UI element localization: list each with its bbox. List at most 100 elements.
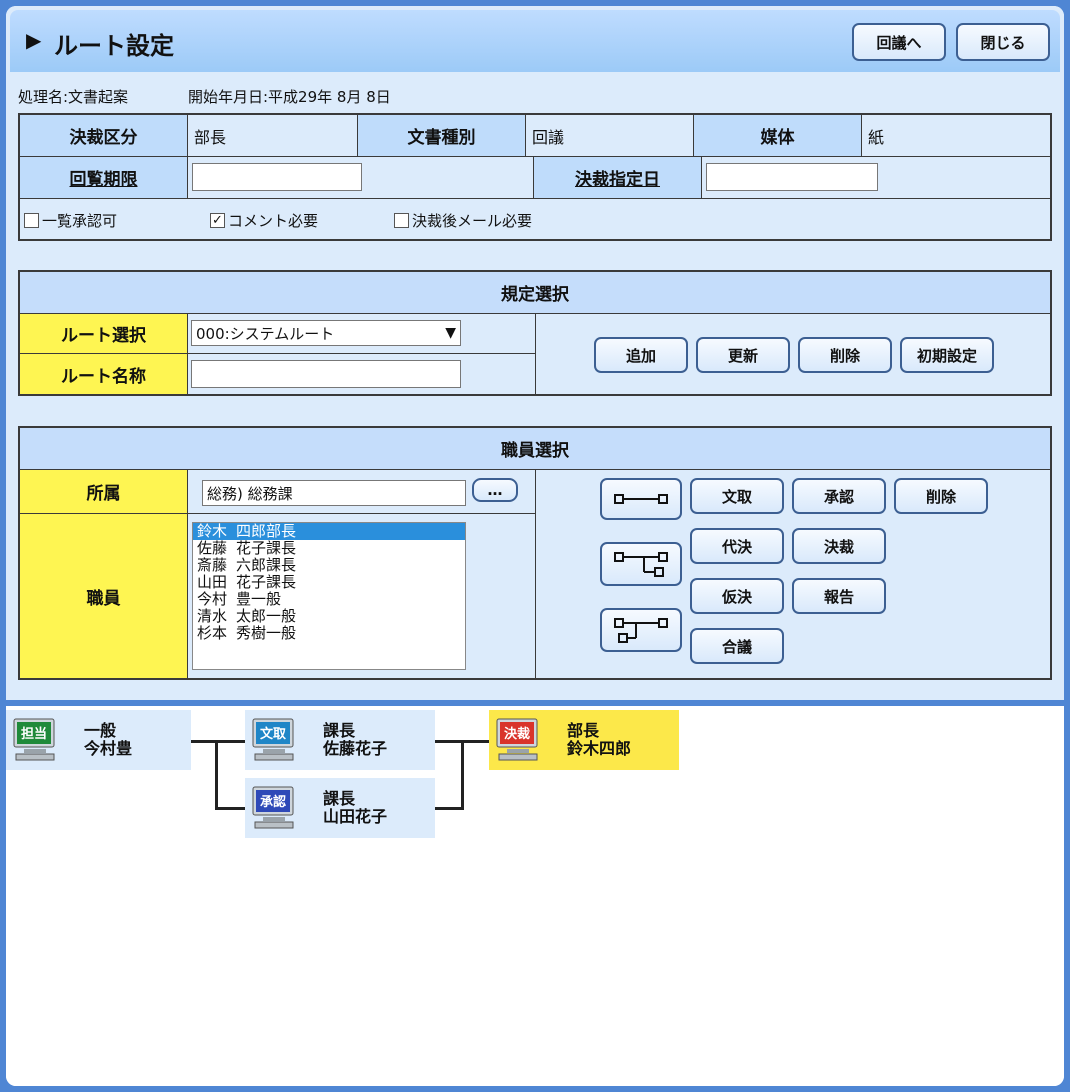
route-node-decision[interactable]: 決裁 部長 鈴木四郎: [489, 710, 679, 770]
computer-icon: 承認: [252, 786, 294, 829]
connector-line: [191, 740, 247, 743]
computer-icon: 決裁: [496, 718, 538, 761]
process-name: 処理名:文書起案: [18, 88, 129, 106]
decision-date-label[interactable]: 決裁指定日: [534, 157, 702, 199]
post-decision-mail-checkbox[interactable]: 決裁後メール必要: [394, 210, 532, 231]
node-label: 課長 佐藤花子: [323, 722, 387, 758]
node-name: 山田花子: [323, 807, 388, 826]
circulate-button[interactable]: 回議へ: [852, 23, 946, 61]
start-date: 開始年月日:平成29年 8月 8日: [188, 88, 391, 106]
document-attributes-table: 決裁区分 部長 文書種別 回議 媒体 紙 回覧期限 決裁指定日: [18, 113, 1052, 241]
settings-panel: ▶ ルート設定 回議へ 閉じる 処理名:文書起案 開始年月日:平成29年 8月 …: [6, 6, 1064, 700]
play-arrow-icon: ▶: [26, 28, 42, 52]
merge-route-button[interactable]: [600, 608, 682, 652]
route-name-cell: [188, 354, 536, 394]
list-approval-label: 一覧承認可: [42, 212, 118, 230]
chevron-down-icon[interactable]: ▼: [445, 325, 456, 341]
node-role: 一般: [84, 721, 117, 740]
decide-button[interactable]: 決裁: [792, 528, 886, 564]
computer-icon: 担当: [13, 718, 55, 761]
window-title: ルート設定: [54, 32, 174, 60]
route-diagram: 担当 一般 今村豊 文取 課長 佐藤花子 承認 課長 山田花子 決裁 部長 鈴木四郎: [6, 706, 1064, 1086]
staff-list-item[interactable]: 佐藤 花子課長: [193, 540, 465, 557]
update-route-button[interactable]: 更新: [696, 337, 790, 373]
preset-section: 規定選択 ルート選択 000:システムルート ▼ ルート名称 追加 更新 削除 …: [18, 270, 1052, 396]
route-select-dropdown[interactable]: 000:システムルート ▼: [191, 320, 461, 346]
department-label: 所属: [20, 470, 188, 514]
close-button[interactable]: 閉じる: [956, 23, 1050, 61]
node-label: 部長 鈴木四郎: [567, 722, 631, 758]
staff-section: 職員選択 所属 総務) 総務課 … 職員 鈴木 四郎部長 佐藤 花子課長 斎藤 六郎…: [18, 426, 1052, 680]
delete-staff-button[interactable]: 削除: [894, 478, 988, 514]
title-bar: ▶ ルート設定 回議へ 閉じる: [10, 10, 1060, 72]
doc-type-value: 回議: [526, 115, 694, 157]
route-node-receive[interactable]: 文取 課長 佐藤花子: [245, 710, 435, 770]
comment-required-label: コメント必要: [228, 212, 319, 230]
review-deadline-cell: [188, 157, 534, 199]
staff-list-item[interactable]: 清水 太郎一般: [193, 608, 465, 625]
review-deadline-label[interactable]: 回覧期限: [20, 157, 188, 199]
svg-text:決裁: 決裁: [504, 726, 530, 742]
route-node-staff[interactable]: 担当 一般 今村豊: [6, 710, 191, 770]
route-settings-window: ▶ ルート設定 回議へ 閉じる 処理名:文書起案 開始年月日:平成29年 8月 …: [6, 6, 1064, 1086]
add-route-button[interactable]: 追加: [594, 337, 688, 373]
staff-listbox[interactable]: 鈴木 四郎部長 佐藤 花子課長 斎藤 六郎課長 山田 花子課長 今村 豊一般 清水 太郎一…: [192, 522, 466, 670]
branch-connection-icon: [614, 552, 668, 577]
checkbox-icon[interactable]: [394, 213, 409, 228]
medium-value: 紙: [862, 115, 1050, 157]
staff-list-cell: 鈴木 四郎部長 佐藤 花子課長 斎藤 六郎課長 山田 花子課長 今村 豊一般 清水 太郎一…: [188, 514, 536, 678]
checkbox-icon[interactable]: [24, 213, 39, 228]
post-decision-mail-label: 決裁後メール必要: [412, 212, 533, 230]
serial-route-button[interactable]: [600, 478, 682, 520]
staff-list-item[interactable]: 斎藤 六郎課長: [193, 557, 465, 574]
merge-connection-icon: [614, 618, 668, 643]
department-cell: 総務) 総務課 …: [188, 470, 536, 514]
review-deadline-input[interactable]: [192, 163, 362, 191]
preset-header: 規定選択: [20, 272, 1050, 314]
staff-list-item[interactable]: 山田 花子課長: [193, 574, 465, 591]
svg-text:担当: 担当: [21, 726, 47, 742]
comment-required-checkbox[interactable]: ✓ コメント必要: [210, 210, 318, 231]
node-name: 鈴木四郎: [567, 739, 632, 758]
decision-type-label: 決裁区分: [20, 115, 188, 157]
reset-route-button[interactable]: 初期設定: [900, 337, 994, 373]
decision-type-value: 部長: [188, 115, 358, 157]
decision-date-input[interactable]: [706, 163, 878, 191]
node-role: 部長: [567, 721, 600, 740]
staff-list-item[interactable]: 鈴木 四郎部長: [193, 523, 465, 540]
svg-text:承認: 承認: [260, 794, 286, 810]
list-approval-checkbox[interactable]: 一覧承認可: [24, 210, 117, 231]
route-name-input[interactable]: [191, 360, 461, 388]
connector-line: [435, 807, 464, 810]
route-select-cell: 000:システムルート ▼: [188, 314, 536, 354]
svg-text:文取: 文取: [260, 726, 287, 742]
provisional-decision-button[interactable]: 仮決: [690, 578, 784, 614]
branch-route-button[interactable]: [600, 542, 682, 586]
node-role: 課長: [323, 789, 356, 808]
node-label: 一般 今村豊: [84, 722, 132, 758]
staff-list-item[interactable]: 杉本 秀樹一般: [193, 625, 465, 642]
department-input[interactable]: 総務) 総務課: [202, 480, 466, 506]
node-name: 今村豊: [84, 739, 133, 758]
route-select-value: 000:システムルート: [196, 324, 335, 343]
approve-button[interactable]: 承認: [792, 478, 886, 514]
checkmark-icon[interactable]: ✓: [210, 213, 225, 228]
connector-line: [461, 740, 464, 810]
node-name: 佐藤花子: [323, 739, 388, 758]
computer-icon: 文取: [252, 718, 294, 761]
medium-label: 媒体: [694, 115, 862, 157]
node-label: 課長 山田花子: [323, 790, 387, 826]
connector-line: [215, 740, 218, 810]
route-node-approve[interactable]: 承認 課長 山田花子: [245, 778, 435, 838]
report-button[interactable]: 報告: [792, 578, 886, 614]
delete-route-button[interactable]: 削除: [798, 337, 892, 373]
proxy-decision-button[interactable]: 代決: [690, 528, 784, 564]
route-select-label: ルート選択: [20, 314, 188, 354]
consult-button[interactable]: 合議: [690, 628, 784, 664]
serial-connection-icon: [614, 494, 668, 504]
department-browse-button[interactable]: …: [472, 478, 518, 502]
node-role: 課長: [323, 721, 356, 740]
connector-line: [215, 807, 247, 810]
staff-list-item[interactable]: 今村 豊一般: [193, 591, 465, 608]
receive-button[interactable]: 文取: [690, 478, 784, 514]
